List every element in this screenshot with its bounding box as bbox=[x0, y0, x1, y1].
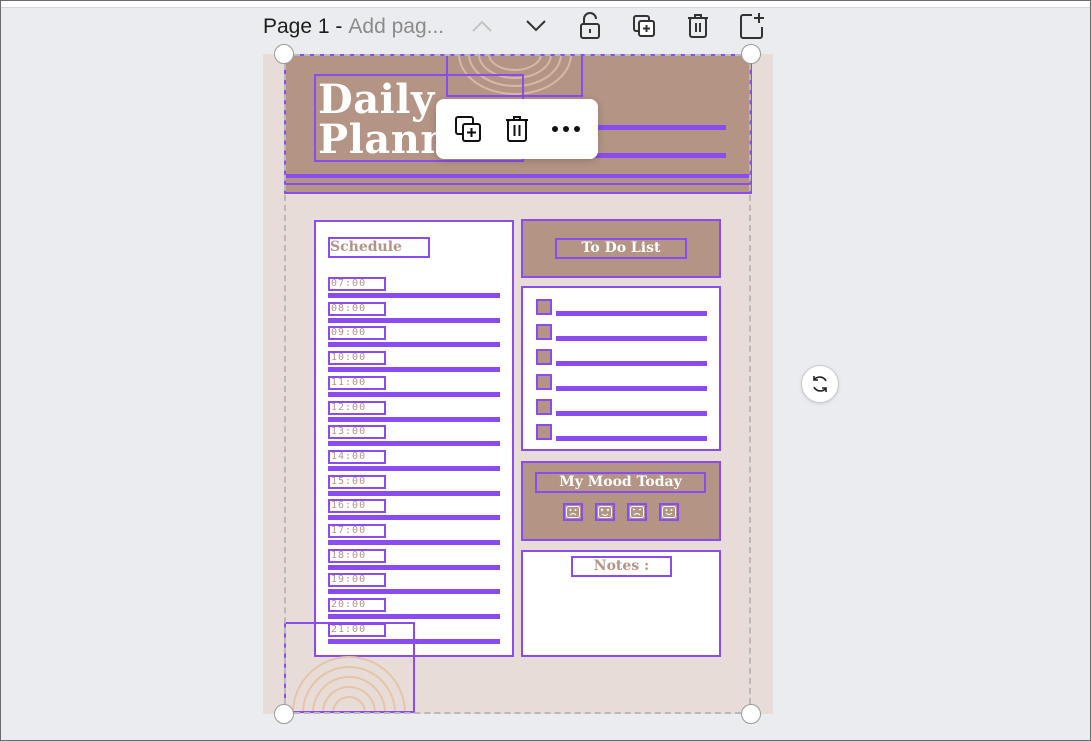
todo-line[interactable] bbox=[556, 436, 707, 441]
schedule-line[interactable] bbox=[328, 441, 500, 447]
todo-checkbox[interactable] bbox=[536, 324, 552, 340]
frown-face-icon[interactable] bbox=[627, 503, 647, 521]
resize-handle-bottom-left[interactable] bbox=[274, 704, 294, 724]
todo-line[interactable] bbox=[556, 386, 707, 391]
mood-label[interactable]: My Mood Today bbox=[535, 472, 706, 493]
schedule-time-label[interactable]: 17:00 bbox=[328, 524, 386, 538]
todo-checkbox[interactable] bbox=[536, 349, 552, 365]
todo-label[interactable]: To Do List bbox=[555, 238, 687, 259]
schedule-line[interactable] bbox=[328, 342, 500, 348]
schedule-time-label[interactable]: 07:00 bbox=[328, 277, 386, 291]
todo-checkbox[interactable] bbox=[536, 374, 552, 390]
sad-face-icon[interactable] bbox=[563, 503, 583, 521]
schedule-line[interactable] bbox=[328, 465, 500, 471]
schedule-line[interactable] bbox=[328, 317, 500, 323]
todo-checkbox[interactable] bbox=[536, 299, 552, 315]
schedule-line[interactable] bbox=[328, 293, 500, 298]
schedule-time-label[interactable]: 08:00 bbox=[328, 301, 386, 316]
schedule-line[interactable] bbox=[328, 367, 500, 373]
schedule-line[interactable] bbox=[328, 490, 500, 496]
selection-box-band-line-2 bbox=[284, 183, 752, 194]
schedule-time-label[interactable]: 13:00 bbox=[328, 425, 386, 440]
resize-handle-bottom-right[interactable] bbox=[741, 704, 761, 724]
schedule-time-label[interactable]: 11:00 bbox=[328, 375, 386, 390]
schedule-time-label[interactable]: 12:00 bbox=[328, 400, 386, 415]
resize-handle-top-left[interactable] bbox=[274, 44, 294, 64]
schedule-line[interactable] bbox=[328, 589, 500, 595]
chevron-down-icon[interactable] bbox=[522, 10, 550, 42]
page-title-input[interactable]: Add pag... bbox=[348, 15, 444, 39]
schedule-time-label[interactable]: 19:00 bbox=[328, 573, 386, 588]
schedule-label[interactable]: Schedule bbox=[328, 237, 430, 258]
notes-label[interactable]: Notes : bbox=[571, 556, 672, 577]
schedule-time-label[interactable]: 20:00 bbox=[328, 598, 386, 613]
schedule-time-label[interactable]: 15:00 bbox=[328, 474, 386, 489]
todo-line[interactable] bbox=[556, 361, 707, 366]
todo-checkbox[interactable] bbox=[536, 424, 552, 440]
schedule-line[interactable] bbox=[328, 540, 500, 545]
schedule-line[interactable] bbox=[328, 614, 500, 620]
schedule-time-label[interactable]: 14:00 bbox=[328, 449, 386, 464]
page-title: Page 1 - bbox=[263, 15, 343, 38]
duplicate-page-icon[interactable] bbox=[630, 10, 658, 42]
smile-face-icon[interactable] bbox=[659, 503, 679, 521]
add-page-icon[interactable] bbox=[738, 10, 766, 42]
rotate-button[interactable] bbox=[801, 365, 839, 403]
todo-line[interactable] bbox=[556, 336, 707, 341]
todo-line[interactable] bbox=[556, 411, 707, 416]
floating-toolbar bbox=[436, 99, 598, 159]
header-line-1[interactable] bbox=[598, 125, 726, 130]
schedule-time-label[interactable]: 16:00 bbox=[328, 499, 386, 514]
schedule-time-label[interactable]: 09:00 bbox=[328, 326, 386, 341]
trash-icon[interactable] bbox=[684, 10, 712, 42]
page-header: Page 1 - Add pag... bbox=[263, 12, 444, 42]
trash-icon[interactable] bbox=[497, 109, 537, 149]
laughing-face-icon[interactable] bbox=[595, 503, 615, 521]
schedule-line[interactable] bbox=[328, 515, 500, 521]
todo-checkbox[interactable] bbox=[536, 399, 552, 415]
duplicate-icon[interactable] bbox=[448, 109, 488, 149]
selection-box-arc-bottom bbox=[284, 622, 415, 713]
header-line-2[interactable] bbox=[598, 153, 726, 158]
schedule-time-label[interactable]: 18:00 bbox=[328, 548, 386, 563]
chevron-up-icon[interactable] bbox=[468, 10, 496, 42]
rotate-icon bbox=[813, 376, 827, 392]
more-icon[interactable] bbox=[546, 109, 586, 149]
top-strip bbox=[1, 1, 1090, 8]
resize-handle-top-right[interactable] bbox=[741, 44, 761, 64]
schedule-line[interactable] bbox=[328, 416, 500, 422]
schedule-time-label[interactable]: 10:00 bbox=[328, 351, 386, 366]
schedule-line[interactable] bbox=[328, 564, 500, 570]
todo-line[interactable] bbox=[556, 311, 707, 316]
schedule-line[interactable] bbox=[328, 391, 500, 397]
unlock-icon[interactable] bbox=[576, 10, 604, 42]
